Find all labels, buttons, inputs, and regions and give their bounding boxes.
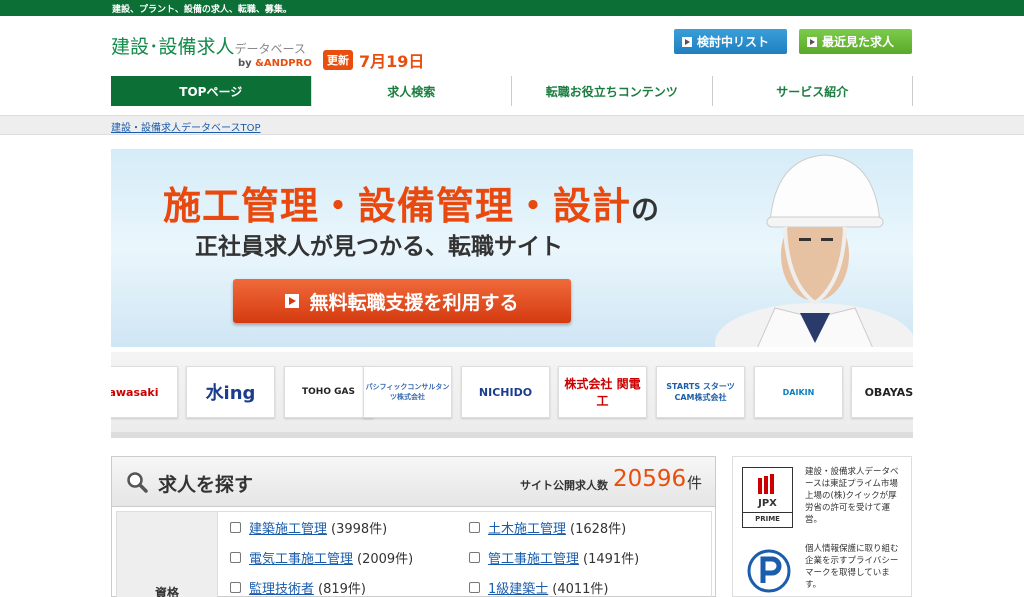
job-count-unit: 件 — [687, 474, 703, 492]
nav-top[interactable]: TOPページ — [111, 76, 312, 106]
search-header: 求人を探す サイト公開求人数 20596 件 — [112, 457, 715, 507]
qualification-header: 資格 — [117, 512, 218, 597]
checkbox[interactable] — [230, 552, 241, 563]
arrow-right-icon — [807, 36, 817, 47]
company-logo[interactable]: パシフィックコンサルタンツ株式会社 — [363, 366, 452, 418]
site-tagline: 建設、プラント、設備の求人、転職、募集。 — [112, 5, 292, 15]
logo-sub: データベース — [234, 42, 306, 56]
update-info: 更新 7月19日 — [323, 48, 424, 72]
company-logo-carousel[interactable]: awasaki 水ing TOHO GAS パシフィックコンサルタンツ株式会社 … — [111, 352, 913, 438]
logo-by-text: by — [238, 58, 252, 69]
option-link[interactable]: 建築施工管理 — [249, 518, 327, 537]
qualification-option[interactable]: 電気工事施工管理 (2009件) — [230, 548, 413, 567]
search-title: 求人を探す — [158, 474, 254, 496]
nav-job-search[interactable]: 求人検索 — [312, 76, 512, 106]
cta-label: 無料転職支援を利用する — [309, 291, 519, 314]
company-logo[interactable]: 株式会社 関電工 — [558, 366, 647, 418]
hero-headline-particle: の — [631, 193, 661, 226]
site-logo[interactable]: 建設･設備求人データベース by &ANDPRO — [111, 32, 312, 69]
hero-headline-text: 施工管理・設備管理・設計 — [163, 184, 632, 228]
arrow-right-icon — [285, 294, 300, 308]
option-link[interactable]: 電気工事施工管理 — [249, 548, 353, 567]
global-nav: TOPページ 求人検索 転職お役立ちコンテンツ サービス紹介 — [111, 76, 913, 106]
option-count: (4011件) — [552, 582, 609, 597]
option-link[interactable]: 管工事施工管理 — [488, 548, 579, 567]
jpx-mark-icon — [758, 474, 774, 494]
free-support-cta-button[interactable]: 無料転職支援を利用する — [233, 279, 571, 323]
consider-list-button[interactable]: 検討中リスト — [674, 29, 787, 54]
option-count: (1628件) — [570, 522, 627, 537]
trust-sidebar: JPX PRIME 建設・設備求人データベースは東証プライム市場上場の(株)クイ… — [732, 456, 912, 597]
recently-viewed-label: 最近見た求人 — [822, 35, 895, 49]
nav-career-contents[interactable]: 転職お役立ちコンテンツ — [512, 76, 713, 106]
company-logo[interactable]: OBAYASHI — [851, 366, 913, 418]
option-count: (2009件) — [357, 552, 414, 567]
nav-services[interactable]: サービス紹介 — [713, 76, 913, 106]
logo-by: by &ANDPRO — [238, 58, 312, 69]
breadcrumb: 建設・設備求人データベースTOP — [0, 115, 1024, 135]
top-bar: 建設、プラント、設備の求人、転職、募集。 — [0, 0, 1024, 16]
checkbox[interactable] — [230, 582, 241, 593]
company-logo[interactable]: TOHO GAS — [284, 366, 373, 418]
option-link[interactable]: 監理技術者 — [249, 578, 314, 597]
option-count: (1491件) — [583, 552, 640, 567]
logo-main: 建設･設備求人 — [111, 36, 235, 58]
hero-banner[interactable]: 施工管理・設備管理・設計の 正社員求人が見つかる、転職サイト 無料転職支援を利用… — [111, 149, 913, 347]
checkbox[interactable] — [469, 582, 480, 593]
worker-in-helmet-illustration — [715, 154, 913, 347]
job-search-panel: 求人を探す サイト公開求人数 20596 件 資格 建築施工管理 (3998件) … — [111, 456, 716, 597]
option-count: (819件) — [318, 582, 366, 597]
privacy-mark-icon — [747, 549, 791, 593]
qualification-option[interactable]: 管工事施工管理 (1491件) — [469, 548, 639, 567]
option-link[interactable]: 1級建築士 — [488, 578, 548, 597]
prime-label: PRIME — [743, 512, 792, 523]
qualification-grid: 資格 建築施工管理 (3998件) 土木施工管理 (1628件) 電気工事施工管理 (… — [116, 511, 712, 597]
job-count-label: サイト公開求人数 — [520, 479, 608, 492]
company-logo[interactable]: NICHIDO — [461, 366, 550, 418]
listing-description: 建設・設備求人データベースは東証プライム市場上場の(株)クイックが厚労省の許可を… — [805, 467, 899, 525]
privacy-description: 個人情報保護に取り組む企業を示すプライバシーマークを取得しています。 — [805, 544, 899, 590]
company-logo[interactable]: 水ing — [186, 366, 275, 418]
jpx-label: JPX — [758, 498, 777, 509]
checkbox[interactable] — [469, 552, 480, 563]
option-count: (3998件) — [331, 522, 388, 537]
recently-viewed-button[interactable]: 最近見た求人 — [799, 29, 912, 54]
qualification-header-label: 資格 — [155, 586, 180, 597]
search-icon — [127, 472, 148, 493]
company-logo[interactable]: awasaki — [111, 366, 178, 418]
update-date: 7月19日 — [359, 52, 425, 71]
hero-headline: 施工管理・設備管理・設計の — [163, 175, 660, 230]
update-badge: 更新 — [323, 50, 353, 70]
checkbox[interactable] — [469, 522, 480, 533]
checkbox[interactable] — [230, 522, 241, 533]
qualification-option[interactable]: 1級建築士 (4011件) — [469, 578, 609, 597]
jpx-prime-badge: JPX PRIME — [742, 467, 793, 528]
consider-list-label: 検討中リスト — [697, 35, 770, 49]
company-logo[interactable]: DAIKIN — [754, 366, 843, 418]
option-link[interactable]: 土木施工管理 — [488, 518, 566, 537]
breadcrumb-home-link[interactable]: 建設・設備求人データベースTOP — [111, 119, 261, 134]
qualification-option[interactable]: 建築施工管理 (3998件) — [230, 518, 387, 537]
company-logo[interactable]: STARTS スターツCAM株式会社 — [656, 366, 745, 418]
qualification-option[interactable]: 土木施工管理 (1628件) — [469, 518, 626, 537]
qualification-option[interactable]: 監理技術者 (819件) — [230, 578, 366, 597]
job-count: 20596 — [613, 466, 687, 492]
hero-subheadline: 正社員求人が見つかる、転職サイト — [195, 234, 563, 260]
logo-brand: &ANDPRO — [255, 58, 312, 69]
arrow-right-icon — [682, 36, 692, 47]
